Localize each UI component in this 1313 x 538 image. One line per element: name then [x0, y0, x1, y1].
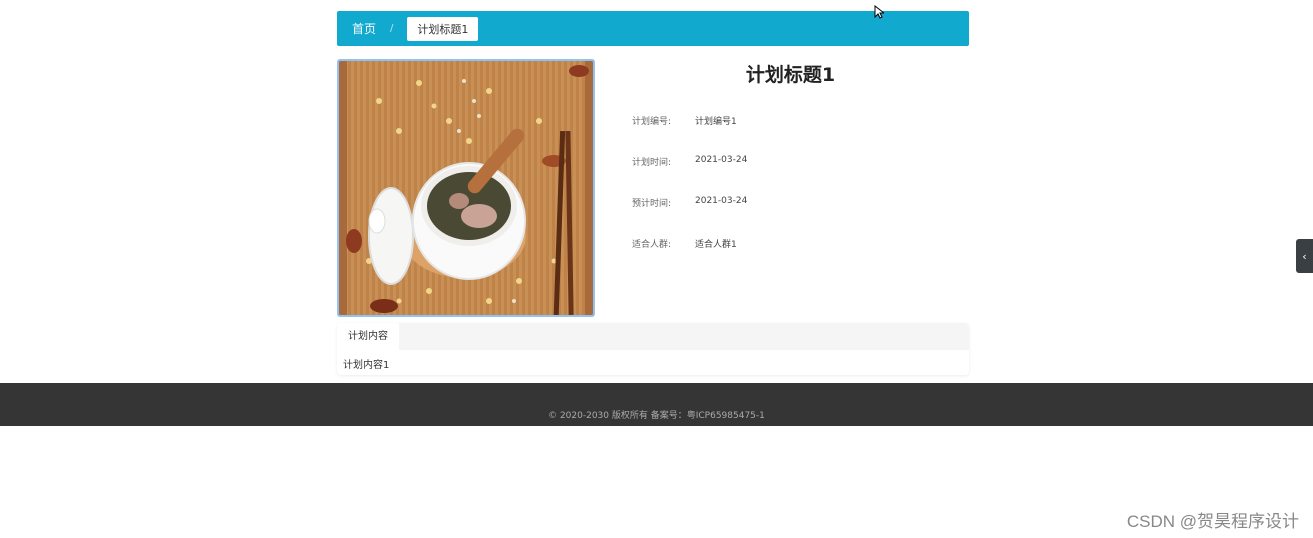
- mouse-cursor-icon: [874, 4, 886, 23]
- detail-title: 计划标题1: [745, 64, 836, 86]
- info-label: 计划时间:: [632, 158, 672, 168]
- info-value: 计划编号1: [695, 117, 737, 127]
- info-row-expected-time: 预计时间: 2021-03-24: [632, 196, 747, 209]
- info-label: 预计时间:: [632, 199, 672, 209]
- breadcrumb-separator: /: [390, 23, 394, 34]
- detail-image[interactable]: [337, 59, 595, 317]
- tab-plan-content[interactable]: 计划内容: [337, 323, 399, 350]
- info-label: 适合人群:: [632, 240, 672, 250]
- info-row-plan-time: 计划时间: 2021-03-24: [632, 155, 747, 168]
- breadcrumb-home-link[interactable]: 首页: [352, 20, 376, 37]
- watermark: CSDN @贺昊程序设计: [1126, 512, 1299, 531]
- soup-pot-image: [339, 61, 593, 315]
- info-value: 2021-03-24: [695, 155, 748, 165]
- chevron-left-icon: ‹: [1302, 249, 1307, 263]
- info-value: 2021-03-24: [695, 196, 748, 206]
- info-value: 适合人群1: [695, 240, 737, 250]
- tab-header: 计划内容: [337, 323, 969, 350]
- info-row-target-group: 适合人群: 适合人群1: [632, 237, 737, 250]
- tab-content: 计划内容1: [343, 360, 390, 371]
- page: 首页 / 计划标题1 计划标题1 计划编号: 计划编号1 计划时间: 2021-…: [0, 0, 1313, 538]
- content-tabs: 计划内容 计划内容1: [337, 323, 969, 375]
- info-row-plan-number: 计划编号: 计划编号1: [632, 114, 737, 127]
- side-toggle-button[interactable]: ‹: [1296, 239, 1313, 273]
- footer-copyright: © 2020-2030 版权所有 备案号：粤ICP65985475-1: [548, 410, 765, 421]
- footer: © 2020-2030 版权所有 备案号：粤ICP65985475-1: [0, 383, 1313, 426]
- breadcrumb-current: 计划标题1: [407, 16, 479, 41]
- info-label: 计划编号:: [632, 117, 672, 127]
